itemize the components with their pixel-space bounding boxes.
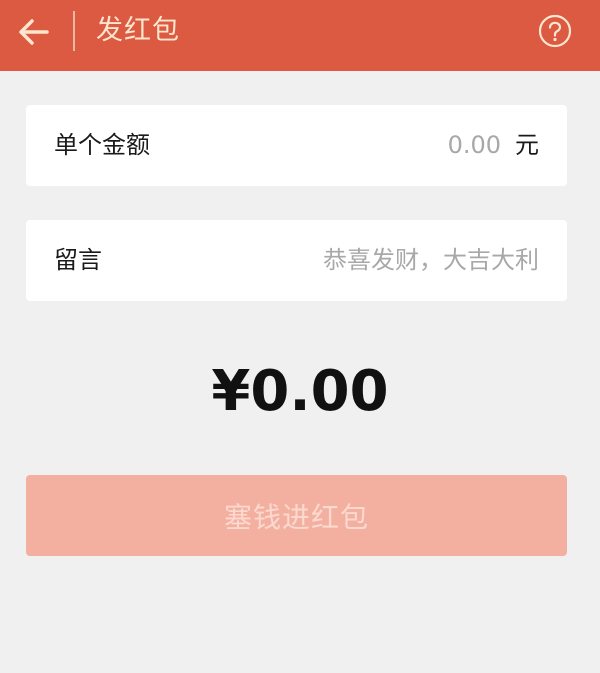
title-bar: 发红包	[0, 0, 600, 71]
message-label: 留言	[54, 246, 102, 274]
arrow-left-icon	[18, 18, 50, 46]
message-row: 留言	[26, 220, 567, 301]
page-title: 发红包	[96, 15, 180, 46]
message-input[interactable]	[199, 240, 539, 280]
header-divider	[73, 11, 75, 51]
question-circle-icon	[538, 14, 572, 48]
back-button[interactable]	[14, 14, 54, 50]
total-amount: ¥0.00	[211, 359, 389, 424]
amount-label: 单个金额	[54, 131, 150, 159]
amount-input[interactable]	[301, 125, 501, 165]
submit-red-packet-button[interactable]: 塞钱进红包	[26, 475, 567, 556]
currency-unit-label: 元	[515, 131, 539, 159]
amount-row: 单个金额 元	[26, 105, 567, 186]
help-button[interactable]	[538, 14, 572, 48]
